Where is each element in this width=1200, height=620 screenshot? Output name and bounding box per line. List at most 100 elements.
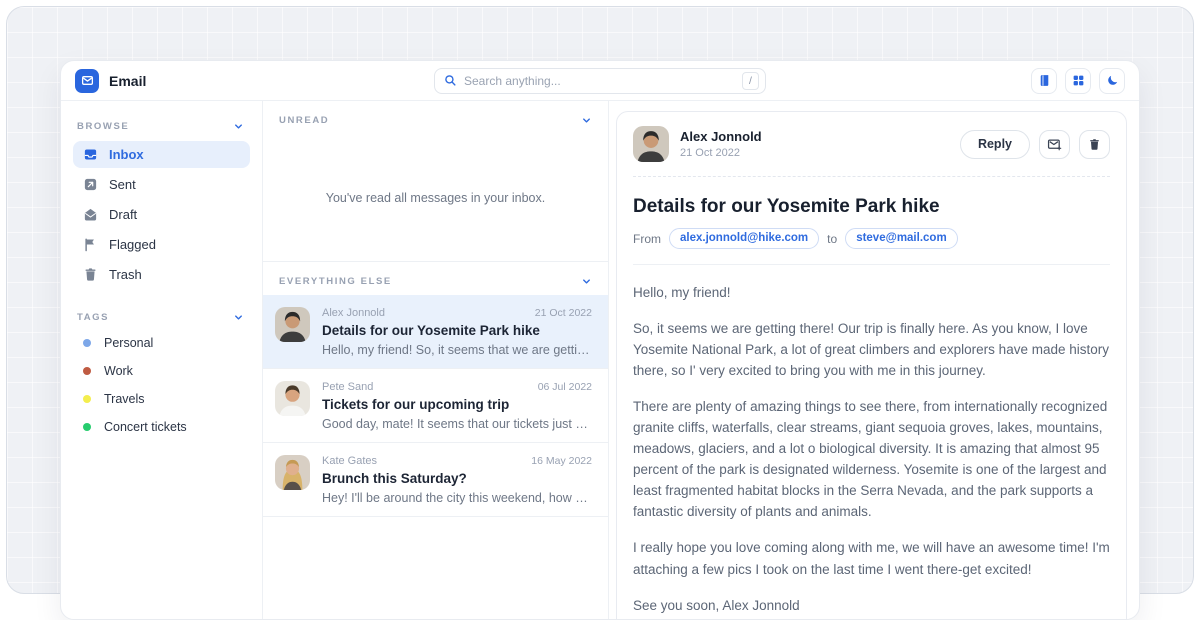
search-bar[interactable]: / (434, 68, 766, 94)
browse-label: BROWSE (77, 121, 129, 132)
search-shortcut-key: / (742, 72, 759, 90)
search-icon (444, 74, 457, 87)
apps-grid-button[interactable] (1065, 68, 1091, 94)
sidebar-item-label: Sent (109, 177, 136, 192)
tag-color-dot (83, 395, 91, 403)
tag-item-concert-tickets[interactable]: Concert tickets (73, 413, 250, 441)
unread-label: UNREAD (279, 115, 329, 126)
avatar (275, 307, 310, 342)
tag-label: Personal (104, 336, 153, 350)
mail-date: 21 Oct 2022 (535, 307, 592, 319)
unread-section-header[interactable]: UNREAD (263, 101, 608, 134)
sidebar-item-label: Flagged (109, 237, 156, 252)
dark-mode-toggle[interactable] (1099, 68, 1125, 94)
sidebar-item-label: Inbox (109, 147, 144, 162)
mail-subject: Brunch this Saturday? (322, 471, 592, 486)
message-paragraph: See you soon, Alex Jonnold (633, 595, 1110, 616)
chevron-down-icon[interactable] (581, 115, 592, 126)
mail-subject: Tickets for our upcoming trip (322, 397, 592, 412)
sidebar-item-flagged[interactable]: Flagged (73, 231, 250, 258)
browse-section-header[interactable]: BROWSE (73, 115, 250, 138)
tag-color-dot (83, 423, 91, 431)
chevron-down-icon[interactable] (581, 276, 592, 287)
unread-empty-message: You've read all messages in your inbox. (326, 191, 545, 205)
tag-color-dot (83, 367, 91, 375)
message-paragraph: There are plenty of amazing things to se… (633, 396, 1110, 522)
tags-section: TAGS Personal Work Travels (73, 306, 250, 441)
search-input[interactable] (464, 74, 735, 88)
everything-else-section-header[interactable]: EVERYTHING ELSE (263, 262, 608, 295)
chevron-down-icon[interactable] (233, 121, 244, 132)
tag-label: Work (104, 364, 133, 378)
sidebar-item-label: Trash (109, 267, 142, 282)
draft-icon (83, 207, 98, 222)
avatar (275, 455, 310, 490)
topbar-actions (1031, 68, 1125, 94)
everything-else-label: EVERYTHING ELSE (279, 276, 392, 287)
mail-list-item[interactable]: Alex Jonnold 21 Oct 2022 Details for our… (263, 295, 608, 369)
mail-list-column: UNREAD You've read all messages in your … (263, 101, 609, 620)
flag-icon (83, 237, 98, 252)
message-paragraph: Hello, my friend! (633, 282, 1110, 303)
mail-preview: Hey! I'll be around the city this weeken… (322, 491, 592, 505)
reading-pane: Alex Jonnold 21 Oct 2022 Reply (609, 101, 1139, 620)
avatar (275, 381, 310, 416)
mail-forward-icon (1047, 137, 1062, 152)
tag-color-dot (83, 339, 91, 347)
mail-sender: Kate Gates (322, 455, 377, 467)
sent-icon (83, 177, 98, 192)
tags-label: TAGS (77, 312, 109, 323)
sidebar-item-label: Draft (109, 207, 137, 222)
message-body: Hello, my friend! So, it seems we are ge… (633, 265, 1110, 620)
message-actions: Reply (960, 130, 1110, 159)
mail-preview: Good day, mate! It seems that our ticket… (322, 417, 592, 431)
mail-item-body: Alex Jonnold 21 Oct 2022 Details for our… (322, 307, 592, 357)
message-paragraph: I really hope you love coming along with… (633, 537, 1110, 579)
chevron-down-icon[interactable] (233, 312, 244, 323)
tag-label: Travels (104, 392, 145, 406)
tag-item-personal[interactable]: Personal (73, 329, 250, 357)
forward-mail-button[interactable] (1039, 130, 1070, 159)
message-subject: Details for our Yosemite Park hike (633, 177, 1110, 228)
trash-icon (83, 267, 98, 282)
message-detail-card: Alex Jonnold 21 Oct 2022 Reply (616, 111, 1127, 620)
mail-date: 16 May 2022 (531, 455, 592, 467)
message-header: Alex Jonnold 21 Oct 2022 Reply (633, 112, 1110, 177)
sidebar-item-draft[interactable]: Draft (73, 201, 250, 228)
topbar: Email / (61, 61, 1139, 101)
from-to-row: From alex.jonnold@hike.com to steve@mail… (633, 228, 1110, 265)
book-button[interactable] (1031, 68, 1057, 94)
mail-item-body: Kate Gates 16 May 2022 Brunch this Satur… (322, 455, 592, 505)
trash-icon (1088, 138, 1101, 151)
delete-message-button[interactable] (1079, 130, 1110, 159)
message-date: 21 Oct 2022 (680, 147, 762, 159)
message-paragraph: So, it seems we are getting there! Our t… (633, 318, 1110, 381)
reply-button[interactable]: Reply (960, 130, 1030, 159)
tags-section-header[interactable]: TAGS (73, 306, 250, 329)
unread-empty-state: You've read all messages in your inbox. (263, 134, 608, 262)
email-logo-icon (75, 69, 99, 93)
main-columns: BROWSE Inbox Sent (61, 101, 1139, 620)
sidebar: BROWSE Inbox Sent (61, 101, 263, 620)
message-sender-block: Alex Jonnold 21 Oct 2022 (680, 129, 762, 159)
inbox-icon (83, 147, 98, 162)
tag-label: Concert tickets (104, 420, 187, 434)
mail-list-item[interactable]: Pete Sand 06 Jul 2022 Tickets for our up… (263, 369, 608, 443)
email-app-window: Email / BROWSE (60, 60, 1140, 620)
to-email-chip[interactable]: steve@mail.com (845, 228, 957, 249)
app-title: Email (109, 73, 146, 89)
sidebar-item-trash[interactable]: Trash (73, 261, 250, 288)
from-label: From (633, 232, 661, 246)
tag-item-work[interactable]: Work (73, 357, 250, 385)
to-label: to (827, 232, 837, 246)
mail-item-body: Pete Sand 06 Jul 2022 Tickets for our up… (322, 381, 592, 431)
mail-sender: Alex Jonnold (322, 307, 385, 319)
tag-item-travels[interactable]: Travels (73, 385, 250, 413)
brand: Email (75, 69, 146, 93)
sidebar-item-inbox[interactable]: Inbox (73, 141, 250, 168)
message-sender-name: Alex Jonnold (680, 129, 762, 144)
from-email-chip[interactable]: alex.jonnold@hike.com (669, 228, 819, 249)
mail-subject: Details for our Yosemite Park hike (322, 323, 592, 338)
mail-list-item[interactable]: Kate Gates 16 May 2022 Brunch this Satur… (263, 443, 608, 517)
sidebar-item-sent[interactable]: Sent (73, 171, 250, 198)
